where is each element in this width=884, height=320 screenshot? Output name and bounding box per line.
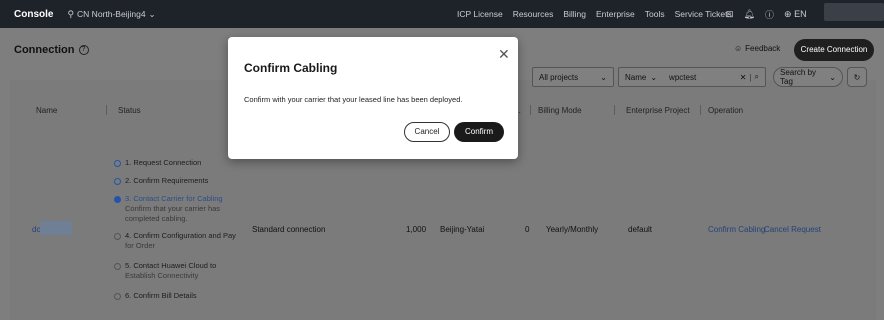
- region-label: CN North-Beijing4: [77, 9, 146, 19]
- console-link[interactable]: Console: [14, 9, 53, 20]
- status-step-label: 3. Contact Carrier for Cabling: [125, 194, 223, 203]
- col-status: Status: [118, 106, 141, 115]
- feedback-link[interactable]: ☺ Feedback: [734, 44, 780, 53]
- top-bar: Console ⚲ CN North-Beijing4 ⌄ ICP Licens…: [0, 0, 884, 28]
- status-step-label: 4. Confirm Configuration and Pay: [125, 231, 236, 240]
- search-by-tag-label: Search by Tag: [780, 68, 817, 86]
- bandwidth: 1,000: [406, 225, 427, 234]
- globe-icon: ⊕: [784, 8, 792, 19]
- col-name: Name: [36, 106, 58, 115]
- top-nav: ICP License Resources Billing Enterprise…: [457, 0, 732, 28]
- user-account[interactable]: [824, 3, 884, 21]
- enterprise-project: default: [628, 225, 653, 234]
- name-redaction: [40, 221, 72, 235]
- col-separator: [530, 105, 531, 115]
- search-value: wpctest: [669, 72, 697, 82]
- nav-service-tickets[interactable]: Service Tickets: [675, 9, 732, 19]
- col-separator: [106, 105, 107, 115]
- step-active-icon: [114, 196, 121, 203]
- chevron-down-icon: ⌄: [829, 72, 836, 82]
- close-icon[interactable]: ✕: [740, 73, 747, 82]
- project-select[interactable]: All projects ⌄: [532, 67, 614, 87]
- status-step-4-cont: for Order: [125, 241, 156, 250]
- confirm-button[interactable]: Confirm: [454, 122, 504, 142]
- status-step-label: 2. Confirm Requirements: [125, 176, 209, 185]
- console-screen-icon[interactable]: ⊡: [726, 9, 734, 20]
- status-step-label: 1. Request Connection: [125, 158, 202, 167]
- search-input[interactable]: Name ⌄ wpctest ✕ | ⌕: [618, 67, 766, 87]
- status-step-3-description: completed cabling.: [125, 214, 188, 223]
- search-field-label: Name: [625, 72, 647, 82]
- refresh-icon: ↻: [853, 72, 861, 82]
- nav-enterprise[interactable]: Enterprise: [596, 9, 635, 19]
- dialog-message: Confirm with your carrier that your leas…: [244, 95, 463, 104]
- location: Beijing-Yatai: [440, 225, 485, 234]
- region-selector[interactable]: ⚲ CN North-Beijing4 ⌄: [67, 9, 155, 20]
- location-pin-icon: ⚲: [67, 8, 75, 19]
- step-pending-icon: [114, 233, 121, 240]
- search-by-tag-button[interactable]: Search by Tag ⌄: [773, 67, 843, 87]
- status-step-5: 5. Contact Huawei Cloud to: [114, 261, 216, 271]
- confirm-cabling-link[interactable]: Confirm Cabling: [708, 225, 765, 234]
- status-step-3-description: Confirm that your carrier has: [125, 204, 221, 213]
- billing-mode: Yearly/Monthly: [546, 225, 599, 234]
- language-selector[interactable]: ⊕ EN: [784, 9, 807, 20]
- dialog-title: Confirm Cabling: [244, 61, 338, 75]
- status-step-6: 6. Confirm Bill Details: [114, 291, 197, 301]
- step-pending-icon: [114, 263, 121, 270]
- step-pending-icon: [114, 293, 121, 300]
- feedback-label: Feedback: [745, 44, 781, 53]
- project-select-value: All projects: [539, 72, 579, 82]
- step-done-icon: [114, 160, 121, 167]
- create-connection-button[interactable]: Create Connection: [794, 39, 874, 61]
- language-label: EN: [794, 8, 807, 19]
- status-step-5-cont: Establish Connectivity: [125, 271, 199, 280]
- help-circle-icon[interactable]: ?: [78, 45, 89, 55]
- refresh-button[interactable]: ↻: [847, 67, 867, 87]
- bell-icon[interactable]: 🔔︎: [744, 9, 755, 20]
- search-divider-bar: |: [749, 72, 752, 82]
- nav-billing[interactable]: Billing: [563, 9, 586, 19]
- col-separator: [614, 105, 615, 115]
- nav-tools[interactable]: Tools: [645, 9, 665, 19]
- cancel-button[interactable]: Cancel: [404, 122, 450, 142]
- col-billing-mode: Billing Mode: [538, 106, 582, 115]
- col-enterprise-project: Enterprise Project: [626, 106, 690, 115]
- help-circle-icon[interactable]: ⓘ: [765, 8, 774, 21]
- page-title-text: Connection: [14, 44, 75, 56]
- count: 0: [525, 225, 530, 234]
- nav-resources[interactable]: Resources: [513, 9, 554, 19]
- status-step-1: 1. Request Connection: [114, 158, 201, 168]
- chevron-down-icon: ⌄: [600, 72, 607, 82]
- chevron-down-icon: ⌄: [650, 72, 658, 82]
- page-title: Connection ?: [14, 44, 89, 56]
- col-operation: Operation: [708, 106, 744, 115]
- feedback-icon: ☺: [734, 44, 743, 53]
- status-step-4: 4. Confirm Configuration and Pay: [114, 231, 236, 241]
- close-icon[interactable]: ✕: [498, 47, 510, 61]
- nav-icp-license[interactable]: ICP License: [457, 9, 503, 19]
- status-step-label: 6. Confirm Bill Details: [125, 291, 197, 300]
- cancel-request-link[interactable]: Cancel Request: [764, 225, 821, 234]
- status-step-3: 3. Contact Carrier for Cabling: [114, 194, 223, 204]
- connection-type: Standard connection: [252, 225, 326, 234]
- search-icon[interactable]: ⌕: [755, 72, 759, 82]
- confirm-cabling-dialog: Confirm Cabling ✕ Confirm with your carr…: [228, 37, 518, 159]
- top-icons: ⊡ 🔔︎ ⓘ ⊕ EN: [726, 0, 807, 28]
- status-step-2: 2. Confirm Requirements: [114, 176, 208, 186]
- status-step-label: 5. Contact Huawei Cloud to: [125, 261, 217, 270]
- col-separator: [700, 105, 701, 115]
- step-done-icon: [114, 178, 121, 185]
- chevron-down-icon: ⌄: [148, 8, 156, 19]
